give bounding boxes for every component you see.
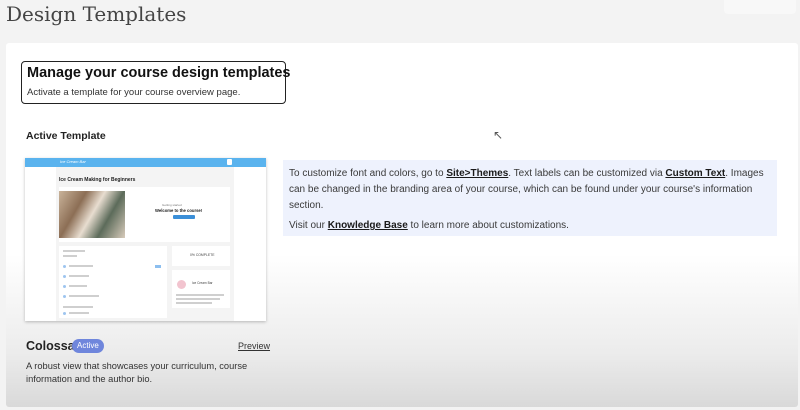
- knowledge-base-link[interactable]: Knowledge Base: [328, 220, 408, 231]
- thumbnail-line: [69, 275, 89, 277]
- thumbnail-dot: [63, 275, 66, 278]
- active-status-badge: Active: [72, 339, 104, 353]
- preview-link[interactable]: Preview: [238, 341, 270, 351]
- thumbnail-user-icon: [227, 159, 232, 165]
- info-text: To customize font and colors, go to: [289, 168, 447, 179]
- thumbnail-hero-image: [59, 191, 125, 238]
- thumbnail-line: [63, 250, 85, 252]
- template-description: A robust view that showcases your curric…: [26, 361, 248, 384]
- top-right-button[interactable]: [724, 0, 796, 14]
- custom-text-link[interactable]: Custom Text: [665, 168, 725, 179]
- template-name: Colossal: [26, 339, 79, 353]
- design-templates-card: Manage your course design templates Acti…: [6, 43, 798, 407]
- thumbnail-dot: [63, 285, 66, 288]
- thumbnail-author-name: Ice Cream Bar: [192, 281, 213, 285]
- thumbnail-line: [176, 302, 212, 304]
- customization-info: To customize font and colors, go to Site…: [283, 160, 777, 236]
- thumbnail-line: [69, 312, 89, 314]
- thumbnail-header-bar: Ice Cream Bar: [25, 158, 266, 167]
- thumbnail-badge: [155, 265, 161, 268]
- active-template-label: Active Template: [26, 130, 106, 142]
- section-title: Manage your course design templates: [27, 65, 291, 81]
- template-preview-thumbnail[interactable]: Ice Cream Bar Ice Cream Making for Begin…: [25, 158, 266, 321]
- thumbnail-course-title: Ice Cream Making for Beginners: [59, 177, 136, 183]
- thumbnail-curriculum-list: [59, 246, 167, 318]
- info-text: . Text labels can be customized via: [508, 168, 666, 179]
- thumbnail-progress-card: 0% COMPLETE: [172, 246, 230, 266]
- thumbnail-welcome: Welcome to the course!: [155, 208, 203, 213]
- header-box: Manage your course design templates Acti…: [21, 61, 291, 104]
- thumbnail-completion: 0% COMPLETE: [190, 253, 215, 257]
- thumbnail-line: [69, 265, 93, 267]
- thumbnail-dot: [63, 265, 66, 268]
- thumbnail-line: [176, 294, 224, 296]
- thumbnail-start-button: [173, 215, 195, 219]
- thumbnail-line: [63, 255, 77, 257]
- section-subtitle: Activate a template for your course over…: [27, 87, 241, 98]
- thumbnail-getting-started: Getting started: [162, 203, 182, 207]
- info-text: to learn more about customizations.: [407, 220, 569, 231]
- thumbnail-line: [69, 285, 87, 287]
- thumbnail-author-card: Ice Cream Bar: [172, 270, 230, 308]
- thumbnail-author-avatar: [177, 280, 186, 289]
- thumbnail-line: [69, 295, 99, 297]
- thumbnail-dot: [63, 312, 66, 315]
- thumbnail-hero: Getting started Welcome to the course!: [59, 187, 230, 242]
- info-text: Visit our: [289, 220, 328, 231]
- info-paragraph-customize: To customize font and colors, go to Site…: [289, 166, 777, 214]
- page-title: Design Templates: [6, 2, 187, 26]
- thumbnail-dot: [63, 295, 66, 298]
- site-themes-link[interactable]: Site>Themes: [446, 168, 508, 179]
- thumbnail-line: [176, 298, 220, 300]
- thumbnail-line: [63, 306, 93, 308]
- thumbnail-site-name: Ice Cream Bar: [60, 159, 86, 164]
- mouse-pointer-icon: ↖: [493, 128, 504, 142]
- info-paragraph-knowledge: Visit our Knowledge Base to learn more a…: [289, 218, 777, 234]
